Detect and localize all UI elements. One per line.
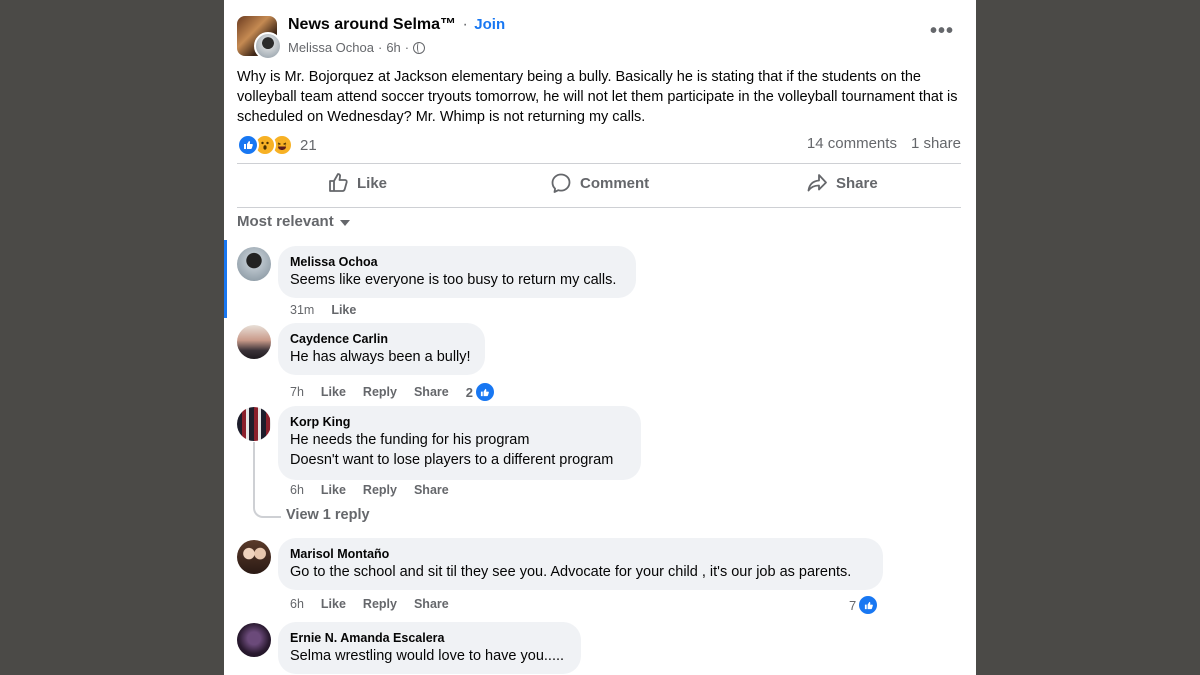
thumbs-up-icon <box>327 172 349 194</box>
author-avatar[interactable] <box>254 32 282 60</box>
separator-dot: · <box>377 40 383 55</box>
share-button[interactable]: Share <box>806 172 878 194</box>
sort-dropdown[interactable]: Most relevant <box>237 213 350 230</box>
comment-like-button[interactable]: Like <box>331 303 356 317</box>
post-meta: Melissa Ochoa · 6h · <box>288 40 426 55</box>
reaction-count: 21 <box>300 136 317 154</box>
comment-text: Selma wrestling would love to have you..… <box>290 648 565 664</box>
comment-time[interactable]: 31m <box>290 303 314 317</box>
like-button[interactable]: Like <box>327 172 387 194</box>
comment-bubble: Ernie N. Amanda Escalera Selma wrestling… <box>278 622 581 674</box>
group-name[interactable]: News around Selma™ <box>288 16 456 33</box>
caret-down-icon <box>339 219 350 226</box>
comment-share-button[interactable]: Share <box>414 385 449 399</box>
more-options-button[interactable]: ••• <box>930 20 954 43</box>
highlight-bar <box>224 240 227 318</box>
author-name[interactable]: Melissa Ochoa <box>288 40 374 55</box>
comment-reply-button[interactable]: Reply <box>363 385 397 399</box>
separator-dot: · <box>462 16 468 33</box>
comment-button[interactable]: Comment <box>550 172 649 194</box>
comment-bubble: Melissa Ochoa Seems like everyone is too… <box>278 246 636 298</box>
comment-label: Comment <box>580 174 650 192</box>
avatar[interactable] <box>237 540 271 574</box>
avatar[interactable] <box>237 325 271 359</box>
join-button[interactable]: Join <box>474 16 505 33</box>
reaction-count: 2 <box>465 384 473 400</box>
comments-count[interactable]: 14 comments <box>807 135 897 152</box>
comment-text: Go to the school and sit til they see yo… <box>290 564 852 580</box>
comment-share-button[interactable]: Share <box>414 597 449 611</box>
post-time[interactable]: 6h <box>386 40 400 55</box>
comment-text: Seems like everyone is too busy to retur… <box>290 272 617 288</box>
share-label: Share <box>836 174 878 192</box>
share-icon <box>806 172 828 194</box>
comment-share-button[interactable]: Share <box>414 483 449 497</box>
comment-icon <box>550 172 572 194</box>
like-icon <box>237 134 259 156</box>
avatar[interactable] <box>237 407 271 441</box>
comment-like-button[interactable]: Like <box>321 483 346 497</box>
divider <box>237 163 961 164</box>
comment-reply-button[interactable]: Reply <box>363 483 397 497</box>
avatar[interactable] <box>237 247 271 281</box>
commenter-name[interactable]: Marisol Montaño <box>290 546 871 562</box>
commenter-name[interactable]: Caydence Carlin <box>290 331 473 347</box>
comment-text: Doesn't want to lose players to a differ… <box>290 452 614 468</box>
comment-like-button[interactable]: Like <box>321 385 346 399</box>
separator-dot: · <box>404 40 410 55</box>
comment-text: He has always been a bully! <box>290 349 471 365</box>
like-icon <box>474 382 495 402</box>
globe-icon <box>413 41 426 54</box>
reply-thread-line <box>253 442 281 518</box>
post-header: News around Selma™ · Join <box>288 16 505 34</box>
comment-actions: 31m Like <box>290 303 356 317</box>
engagement-counts: 14 comments 1 share <box>807 135 961 152</box>
comment-text: He needs the funding for his program <box>290 432 530 448</box>
comment-bubble: Marisol Montaño Go to the school and sit… <box>278 538 883 590</box>
comment-like-button[interactable]: Like <box>321 597 346 611</box>
comment-time[interactable]: 6h <box>290 483 304 497</box>
comment-bubble: Caydence Carlin He has always been a bul… <box>278 323 485 375</box>
comment-time[interactable]: 7h <box>290 385 304 399</box>
comment-reaction-count[interactable]: 2 <box>466 382 495 402</box>
comment-actions: 6h Like Reply Share <box>290 597 449 611</box>
comment-bubble: Korp King He needs the funding for his p… <box>278 406 641 480</box>
comment-actions: 7h Like Reply Share 2 <box>290 382 495 402</box>
like-label: Like <box>357 174 388 192</box>
reaction-summary[interactable]: 21 <box>237 134 317 156</box>
avatar[interactable] <box>237 623 271 657</box>
comment-reaction-count[interactable]: 7 <box>849 595 879 615</box>
commenter-name[interactable]: Korp King <box>290 414 629 430</box>
view-replies-link[interactable]: View 1 reply <box>286 507 370 523</box>
reaction-count: 7 <box>849 597 857 613</box>
comment-actions: 6h Like Reply Share <box>290 483 449 497</box>
comment-reply-button[interactable]: Reply <box>363 597 397 611</box>
sort-label: Most relevant <box>237 213 334 230</box>
like-icon <box>858 595 879 615</box>
post-body: Why is Mr. Bojorquez at Jackson elementa… <box>237 69 958 125</box>
commenter-name[interactable]: Ernie N. Amanda Escalera <box>290 630 569 646</box>
shares-count[interactable]: 1 share <box>911 135 961 152</box>
comment-time[interactable]: 6h <box>290 597 304 611</box>
commenter-name[interactable]: Melissa Ochoa <box>290 254 624 270</box>
divider <box>237 207 961 208</box>
post-card: News around Selma™ · Join Melissa Ochoa … <box>224 0 976 675</box>
